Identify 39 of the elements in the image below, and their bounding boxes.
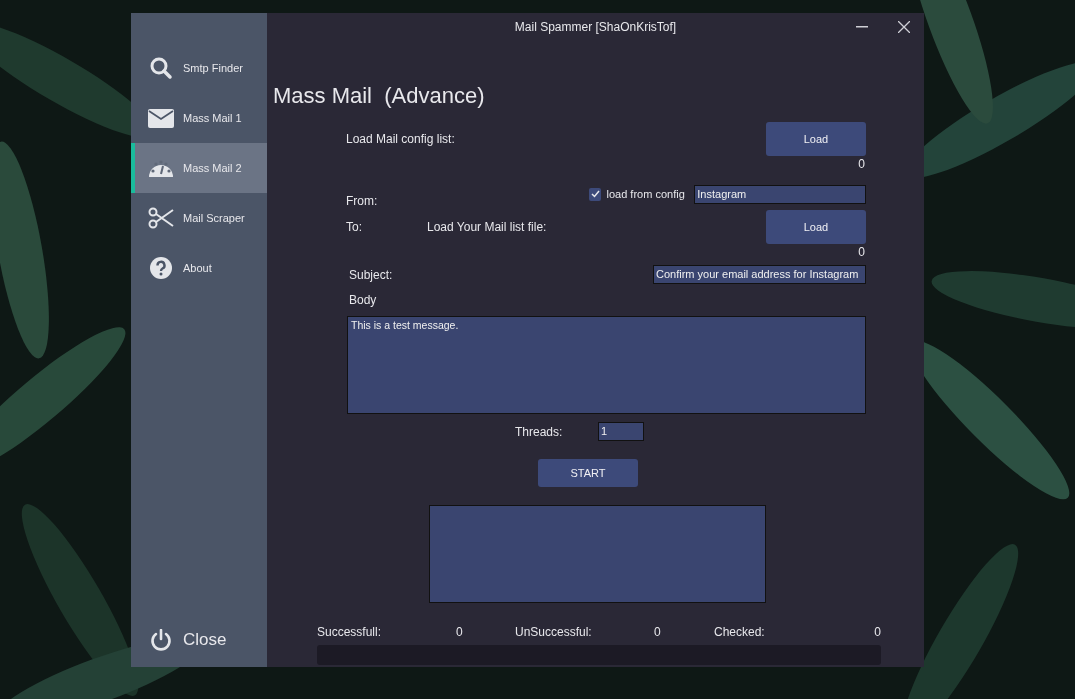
sidebar-item[interactable]: Smtp Finder	[131, 43, 267, 93]
sidebar-item[interactable]: Mail Scraper	[131, 193, 267, 243]
body-label: Body	[349, 293, 377, 307]
from-label: From:	[346, 194, 379, 208]
stat-label: UnSuccessful:	[515, 625, 593, 639]
stat-value: 0	[456, 625, 464, 639]
page-title: Mass Mail (Advance)	[273, 83, 486, 109]
sidebar-item[interactable]: Mass Mail 2	[131, 143, 267, 193]
load-button[interactable]: Load	[766, 210, 866, 244]
mail-list-count: 0	[858, 245, 865, 259]
power-icon	[150, 629, 172, 651]
stat-label: Successfull:	[317, 625, 383, 639]
stat-label: Checked:	[714, 625, 766, 639]
stat-value: 0	[654, 625, 662, 639]
close-button[interactable]: Close	[131, 617, 267, 663]
config-count: 0	[858, 157, 865, 171]
envelope-icon	[148, 108, 174, 128]
mail-list-label: Load Your Mail list file:	[427, 220, 548, 234]
from-field[interactable]: Instagram	[694, 184, 866, 204]
checkbox[interactable]	[588, 187, 602, 201]
help-icon	[150, 257, 172, 279]
body-field[interactable]: This is a test message.	[347, 316, 866, 414]
config-label: Load Mail config list:	[346, 132, 455, 146]
start-button[interactable]: START	[538, 459, 638, 487]
checkbox-label: load from config	[606, 188, 686, 200]
threads-label: Threads:	[515, 424, 564, 439]
search-icon	[149, 56, 173, 80]
load-button[interactable]: Load	[766, 122, 866, 156]
stat-value: 0	[874, 625, 881, 639]
close-icon[interactable]	[898, 21, 910, 33]
sidebar-item[interactable]: Mass Mail 1	[131, 93, 267, 143]
window-title: Mail Spammer [ShaOnKrisTof]	[514, 20, 677, 34]
subject-field[interactable]: Confirm your email address for Instagram	[653, 265, 866, 284]
sidebar-item[interactable]: About	[131, 243, 267, 293]
minimize-icon[interactable]	[856, 26, 868, 28]
scissors-icon	[148, 207, 174, 229]
subject-label: Subject:	[349, 267, 393, 282]
to-label: To:	[346, 220, 363, 234]
threads-field[interactable]: 1	[598, 422, 644, 441]
